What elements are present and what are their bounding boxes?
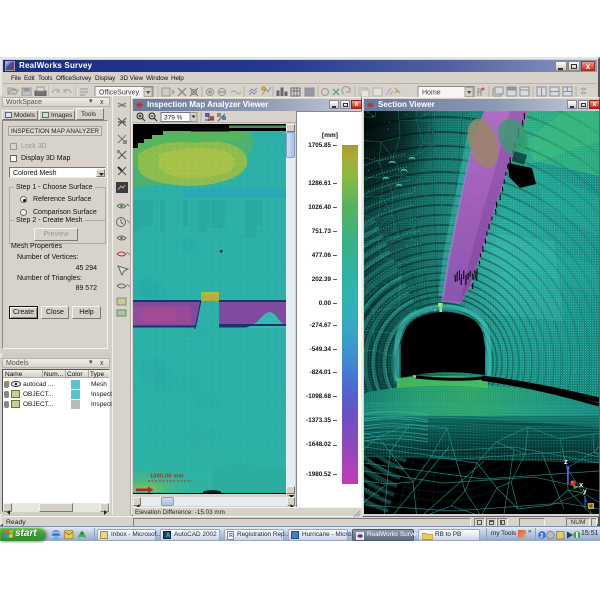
svg-text:z: z [564,457,568,466]
svg-text:Home: Home [422,90,441,97]
svg-text:1000.00 mm: 1000.00 mm [150,474,184,480]
svg-text:379 %: 379 % [164,115,183,122]
svg-text:y: y [583,488,587,495]
